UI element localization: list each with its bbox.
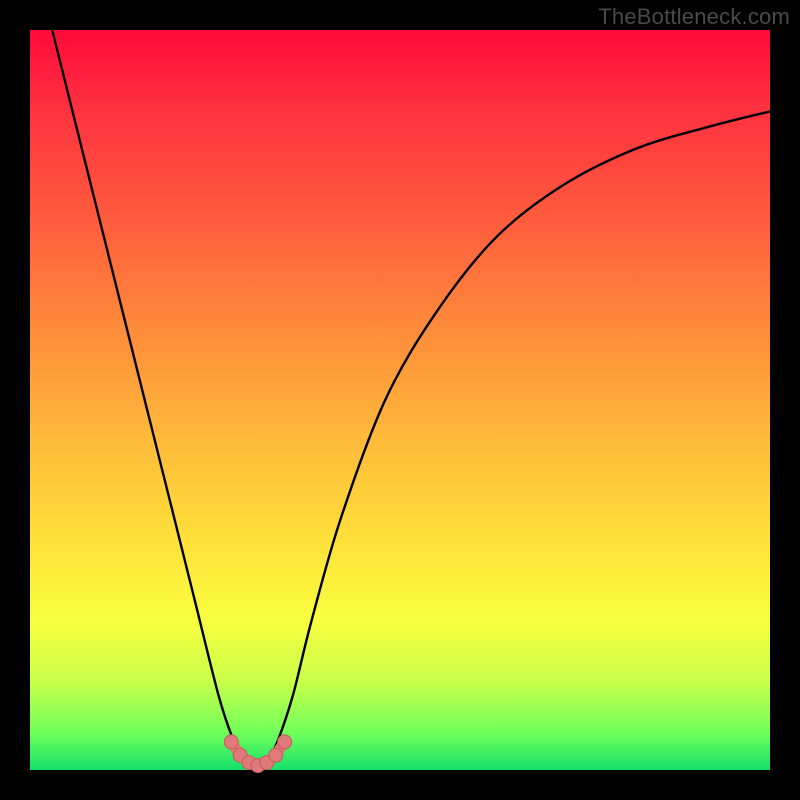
- valley-marker: [269, 748, 283, 762]
- valley-marker: [224, 735, 238, 749]
- chart-frame: TheBottleneck.com: [0, 0, 800, 800]
- valley-markers: [224, 735, 291, 773]
- curve-svg: [30, 30, 770, 770]
- watermark-text: TheBottleneck.com: [598, 4, 790, 30]
- plot-area: [30, 30, 770, 770]
- bottleneck-curve: [52, 30, 770, 766]
- valley-marker: [278, 735, 292, 749]
